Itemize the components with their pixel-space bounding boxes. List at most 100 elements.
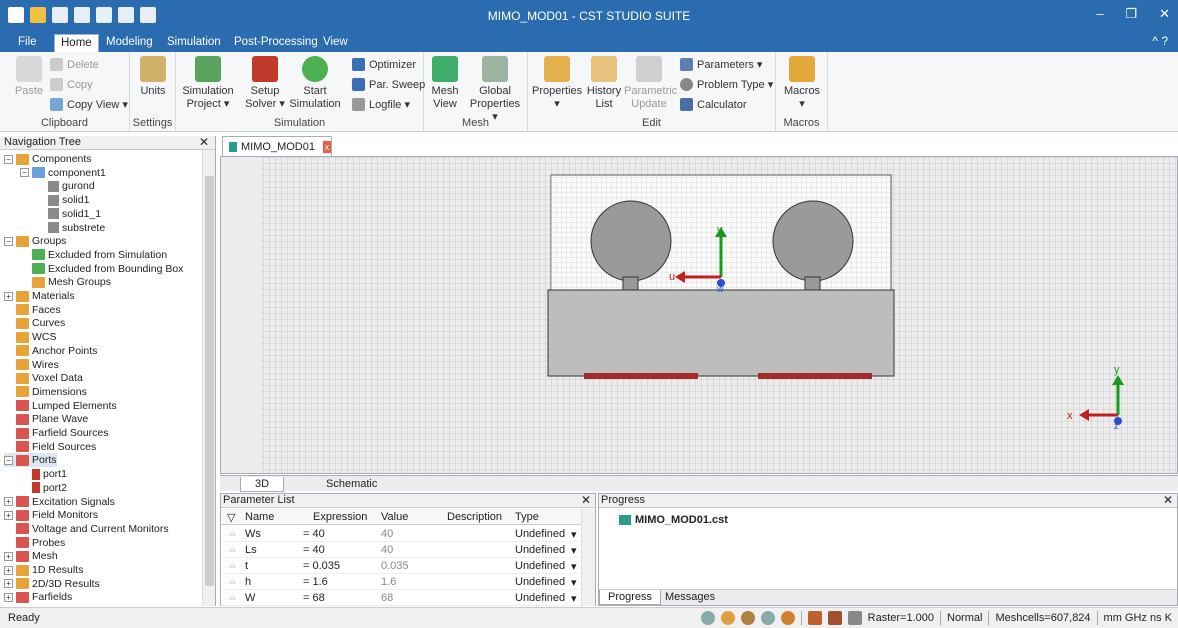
tab-progress[interactable]: Progress	[599, 590, 662, 605]
mesh-view-button[interactable]: Mesh View	[428, 56, 462, 111]
tab-post-processing[interactable]: Post-Processing	[234, 34, 318, 52]
view-options-icon[interactable]	[847, 611, 862, 625]
start-simulation-button[interactable]: Start Simulation	[288, 56, 342, 111]
tree-item[interactable]: + Excitation Signals	[4, 495, 115, 509]
tree-item[interactable]: Excluded from Simulation	[20, 248, 167, 262]
tree-item[interactable]: − Groups	[4, 234, 66, 248]
tree-item[interactable]: +1D Results	[4, 563, 83, 577]
nav-close-icon[interactable]: ✕	[199, 135, 209, 149]
tree-item[interactable]: Mesh Groups	[20, 275, 111, 289]
optimizer-button[interactable]: Optimizer	[352, 58, 416, 71]
copy-button[interactable]: Copy	[50, 78, 93, 91]
problem-type-button[interactable]: Problem Type ▾	[680, 78, 773, 91]
tree-item[interactable]: substrete	[36, 221, 105, 235]
delete-button[interactable]: Delete	[50, 58, 99, 71]
tree-item[interactable]: Voxel Data	[4, 371, 83, 385]
highlight-icon[interactable]	[827, 611, 842, 625]
type-dropdown-icon[interactable]: ▾	[571, 560, 577, 573]
tree-item[interactable]: Excluded from Bounding Box	[20, 262, 183, 276]
properties-button[interactable]: Properties ▾	[532, 56, 582, 111]
document-tab[interactable]: MIMO_MOD01 x	[222, 136, 332, 156]
history-list-button[interactable]: History List	[584, 56, 624, 111]
units-button[interactable]: Units	[138, 56, 168, 98]
tree-item[interactable]: Anchor Points	[4, 344, 97, 358]
tree-item[interactable]: WCS	[4, 330, 57, 344]
expander-icon[interactable]: +	[4, 579, 13, 589]
paste-button[interactable]: Paste	[14, 56, 44, 98]
parameters-button[interactable]: Parameters ▾	[680, 58, 762, 71]
tab-file[interactable]: File	[18, 34, 37, 52]
pan-icon[interactable]	[720, 611, 735, 625]
tree-item[interactable]: Lumped Elements	[4, 399, 117, 413]
expander-icon[interactable]: −	[20, 168, 29, 178]
restore-button[interactable]: ❐	[1125, 6, 1137, 22]
close-button[interactable]: ✕	[1159, 6, 1170, 22]
type-dropdown-icon[interactable]: ▾	[571, 576, 577, 589]
tree-item[interactable]: − component1	[20, 166, 106, 180]
tree-item[interactable]: Faces	[4, 303, 61, 317]
tree-item[interactable]: + Field Monitors	[4, 508, 98, 522]
setup-solver-button[interactable]: Setup Solver ▾	[242, 56, 288, 111]
parameter-scrollbar[interactable]	[581, 509, 595, 606]
parameter-row[interactable]: ⇔ t = 0.035 0.035 Undefined ▾	[221, 558, 581, 574]
expander-icon[interactable]: +	[4, 510, 13, 520]
nav-scrollbar[interactable]	[202, 150, 215, 606]
parameter-row[interactable]: ⇔ W = 68 68 Undefined ▾	[221, 590, 581, 606]
expander-icon[interactable]: +	[4, 291, 13, 301]
type-dropdown-icon[interactable]: ▾	[571, 528, 577, 541]
zoom-icon[interactable]	[700, 611, 715, 625]
tree-item[interactable]: port1	[20, 467, 67, 481]
status-units[interactable]: mm GHz ns K	[1104, 612, 1172, 624]
global-properties-button[interactable]: Global Properties ▾	[466, 56, 524, 124]
zoom-fit-icon[interactable]	[760, 611, 775, 625]
tab-modeling[interactable]: Modeling	[106, 34, 153, 52]
expander-icon[interactable]: −	[4, 154, 13, 164]
filter-icon[interactable]: ▽	[227, 511, 235, 524]
logfile-button[interactable]: Logfile ▾	[352, 98, 410, 111]
close-tab-icon[interactable]: x	[322, 140, 331, 153]
tree-item[interactable]: + Farfields	[4, 590, 72, 604]
expander-icon[interactable]: +	[4, 497, 13, 506]
tree-item[interactable]: gurond	[36, 179, 95, 193]
minimize-button[interactable]: ‒	[1096, 6, 1103, 22]
help-icon[interactable]: ^ ?	[1152, 34, 1168, 48]
tree-item[interactable]: − Components	[4, 152, 92, 166]
mesh-toggle-icon[interactable]	[807, 611, 822, 625]
tree-item[interactable]: + Materials	[4, 289, 75, 303]
rotate-icon[interactable]	[740, 611, 755, 625]
tree-item[interactable]: Dimensions	[4, 385, 87, 399]
expander-icon[interactable]: +	[4, 551, 13, 561]
progress-close-icon[interactable]: ✕	[1163, 493, 1173, 507]
type-dropdown-icon[interactable]: ▾	[571, 544, 577, 557]
parameter-list-close-icon[interactable]: ✕	[581, 493, 591, 507]
status-raster[interactable]: Raster=1.000	[868, 612, 934, 624]
tree-item[interactable]: Probes	[4, 536, 65, 550]
3d-viewport[interactable]: v u w y x z	[220, 156, 1178, 474]
simulation-project-button[interactable]: Simulation Project ▾	[180, 56, 236, 111]
tab-messages[interactable]: Messages	[657, 590, 723, 605]
expander-icon[interactable]: +	[4, 592, 13, 602]
reset-view-icon[interactable]	[780, 611, 795, 625]
parameter-row[interactable]: ⇔ h = 1.6 1.6 Undefined ▾	[221, 574, 581, 590]
parametric-update-button[interactable]: Parametric Update	[624, 56, 677, 111]
tree-item[interactable]: solid1_1	[36, 207, 101, 221]
tree-item[interactable]: +2D/3D Results	[4, 577, 100, 591]
nav-scroll-thumb[interactable]	[205, 176, 214, 586]
tab-3d[interactable]: 3D	[240, 477, 284, 492]
tree-item[interactable]: − Ports	[4, 453, 57, 468]
expander-icon[interactable]: −	[4, 455, 13, 465]
tab-simulation[interactable]: Simulation	[167, 34, 221, 52]
tree-item[interactable]: Curves	[4, 316, 65, 330]
parameter-row[interactable]: ⇔ Ws = 40 40 Undefined ▾	[221, 526, 581, 542]
progress-item[interactable]: MIMO_MOD01.cst	[619, 514, 728, 526]
calculator-button[interactable]: Calculator	[680, 98, 747, 111]
parameter-row[interactable]: ⇔ Ls = 40 40 Undefined ▾	[221, 542, 581, 558]
tree-item[interactable]: Voltage and Current Monitors	[4, 522, 169, 536]
tree-item[interactable]: + Mesh	[4, 549, 58, 563]
tree-item[interactable]: port2	[20, 481, 67, 495]
expander-icon[interactable]: −	[4, 236, 13, 246]
expander-icon[interactable]: +	[4, 565, 13, 575]
tree-item[interactable]: Plane Wave	[4, 412, 88, 426]
tab-schematic[interactable]: Schematic	[316, 477, 387, 492]
macros-button[interactable]: Macros ▾	[784, 56, 820, 111]
